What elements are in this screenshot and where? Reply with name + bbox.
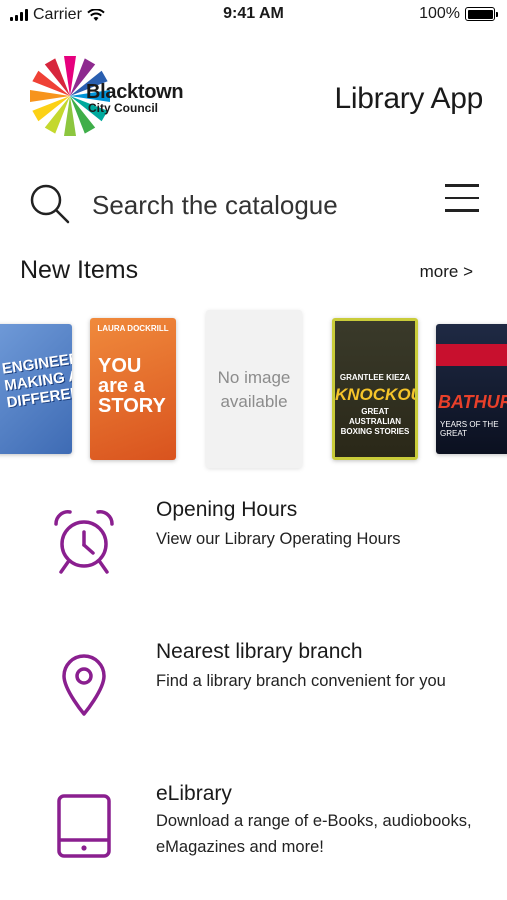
hamburger-menu-icon[interactable] xyxy=(445,184,479,216)
battery-percent: 100% xyxy=(419,5,460,22)
battery-icon xyxy=(465,7,498,21)
logo-text: Blacktown City Council xyxy=(86,81,184,115)
book-cover-subtitle: GREAT AUSTRALIAN BOXING STORIES xyxy=(340,407,410,436)
alarm-clock-icon xyxy=(54,510,114,574)
more-link[interactable]: more > xyxy=(420,262,473,282)
book-cover-title: ENGINEERS MAKING A DIFFERENCE xyxy=(0,348,72,412)
book-cover-title: KNOCKOUT xyxy=(335,385,415,404)
book-cover-banner xyxy=(436,344,507,366)
book-cover-title: YOU are a STORY xyxy=(98,355,166,417)
nearest-branch-item[interactable]: Nearest library branch Find a library br… xyxy=(0,636,507,736)
book-cover-title: BATHURST xyxy=(438,392,507,412)
status-right: 100% xyxy=(419,5,498,23)
new-items-carousel[interactable]: ENGINEERS MAKING A DIFFERENCE LAURA DOCK… xyxy=(0,308,507,474)
status-bar: Carrier 9:41 AM 100% xyxy=(0,0,507,30)
elibrary-item[interactable]: eLibrary Download a range of e-Books, au… xyxy=(0,778,507,878)
book-cover-engineers[interactable]: ENGINEERS MAKING A DIFFERENCE xyxy=(0,324,72,454)
book-cover-author: GRANTLEE KIEZA xyxy=(339,373,411,382)
feature-title: eLibrary xyxy=(156,782,232,805)
feature-description: View our Library Operating Hours xyxy=(156,530,401,548)
search-row xyxy=(0,178,507,232)
feature-title: Nearest library branch xyxy=(156,640,363,663)
opening-hours-item[interactable]: Opening Hours View our Library Operating… xyxy=(0,494,507,594)
book-cover-subtitle: YEARS OF THE GREAT xyxy=(440,420,499,438)
location-pin-icon xyxy=(62,654,106,716)
feature-title: Opening Hours xyxy=(156,498,298,521)
new-items-title: New Items xyxy=(20,256,139,284)
tablet-icon xyxy=(57,794,111,858)
logo-sub: City Council xyxy=(88,101,159,115)
search-input[interactable] xyxy=(92,186,392,224)
book-cover-no-image[interactable]: No image available xyxy=(206,310,302,468)
app-title: Library App xyxy=(334,82,484,115)
feature-description: Download a range of e-Books, audiobooks,… xyxy=(156,812,472,856)
feature-description: Find a library branch convenient for you xyxy=(156,672,446,690)
search-icon[interactable] xyxy=(28,182,72,226)
app-header: Blacktown City Council Library App xyxy=(0,52,507,142)
book-cover-knockout[interactable]: GRANTLEE KIEZA KNOCKOUT GREAT AUSTRALIAN… xyxy=(332,318,418,460)
logo-name: Blacktown xyxy=(86,81,184,103)
book-cover-bathurst[interactable]: BATHURST YEARS OF THE GREAT xyxy=(436,324,507,454)
book-cover-author: LAURA DOCKRILL xyxy=(97,324,169,333)
book-cover-you-are-a-story[interactable]: LAURA DOCKRILL YOU are a STORY xyxy=(90,318,176,460)
no-image-label: No image available xyxy=(217,368,291,411)
